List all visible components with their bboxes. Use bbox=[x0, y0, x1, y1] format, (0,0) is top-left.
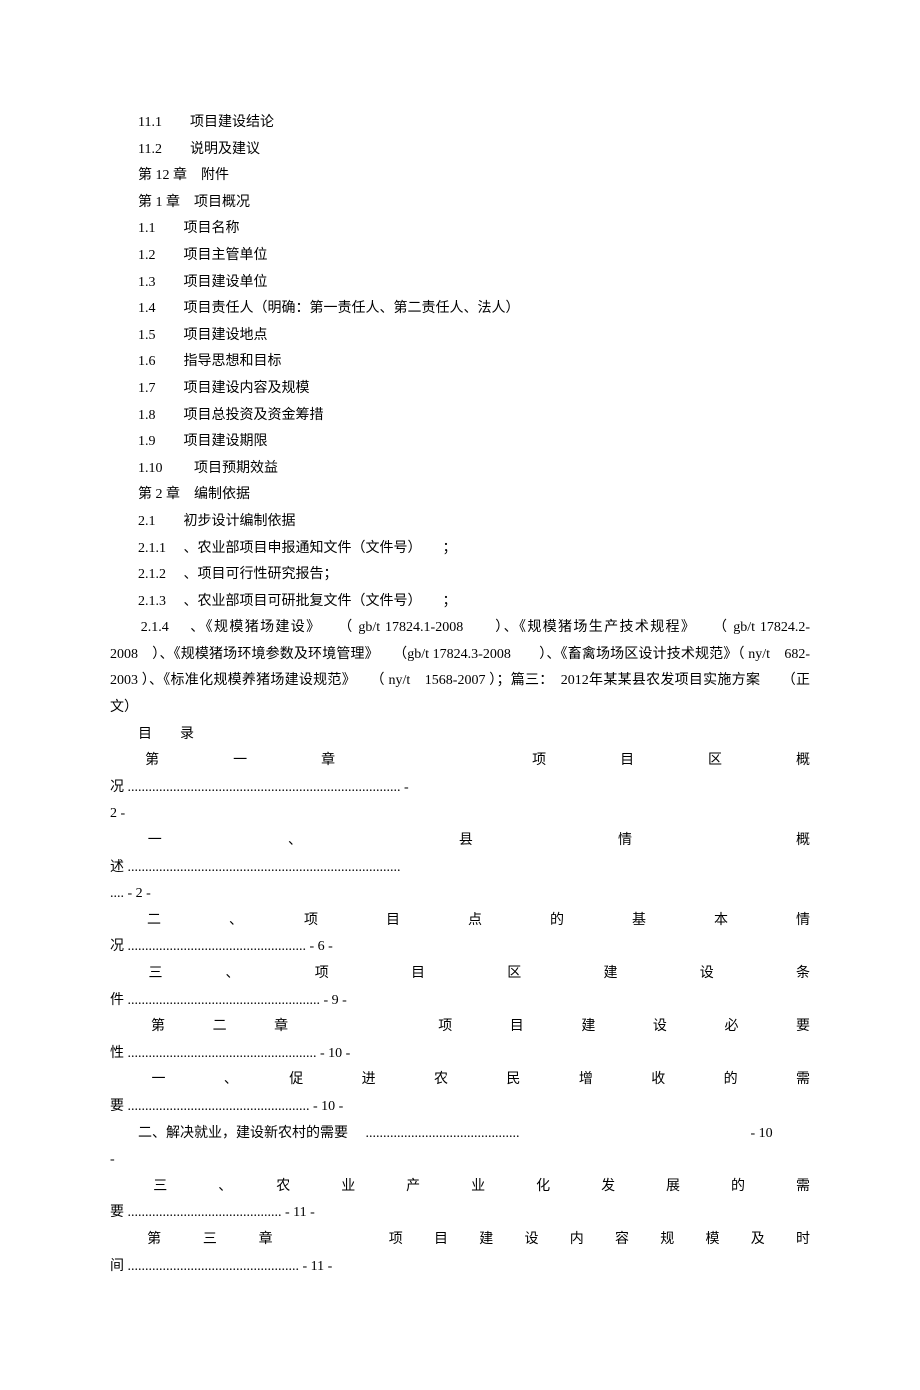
toc-line: 2.1.3 、农业部项目可研批复文件（文件号） ； bbox=[110, 589, 810, 616]
toc-entry-cont: 要 ......................................… bbox=[110, 1200, 810, 1227]
toc-entry: 第 一 章 项 目 区 概 bbox=[110, 748, 810, 775]
toc-entry-cont: 2 - bbox=[110, 801, 810, 828]
toc-entry-cont: - bbox=[110, 1147, 810, 1174]
toc-line: 1.3 项目建设单位 bbox=[110, 270, 810, 297]
toc-line: 2.1.1 、农业部项目申报通知文件（文件号） ； bbox=[110, 536, 810, 563]
toc-line: 1.9 项目建设期限 bbox=[110, 429, 810, 456]
toc-line: 1.8 项目总投资及资金筹措 bbox=[110, 403, 810, 430]
document-page: 11.1 项目建设结论 11.2 说明及建议 第 12 章 附件 第 1 章 项… bbox=[0, 0, 920, 1390]
toc-entry: 一 、 促 进 农 民 增 收 的 需 bbox=[110, 1067, 810, 1094]
chapter-line: 第 2 章 编制依据 bbox=[110, 482, 810, 509]
toc-line: 1.10 项目预期效益 bbox=[110, 456, 810, 483]
toc-entry: 第 二 章 项 目 建 设 必 要 bbox=[110, 1014, 810, 1041]
toc-line: 1.6 指导思想和目标 bbox=[110, 349, 810, 376]
toc-entry: 三 、 项 目 区 建 设 条 bbox=[110, 961, 810, 988]
toc-entry-right: - 10 bbox=[523, 1126, 773, 1141]
toc-entry-cont: 间 ......................................… bbox=[110, 1254, 810, 1281]
toc-entry: 三 、 农 业 产 业 化 发 展 的 需 bbox=[110, 1174, 810, 1201]
toc-entry: 一 、 县 情 概 bbox=[110, 828, 810, 855]
toc-entry-cont: 性 ......................................… bbox=[110, 1041, 810, 1068]
chapter-line: 第 12 章 附件 bbox=[110, 163, 810, 190]
toc-line: 1.4 项目责任人（明确：第一责任人、第二责任人、法人） bbox=[110, 296, 810, 323]
toc-line: 1.1 项目名称 bbox=[110, 216, 810, 243]
toc-entry-cont: 况 ......................................… bbox=[110, 934, 810, 961]
toc-entry-cont: 件 ......................................… bbox=[110, 988, 810, 1015]
toc-line: 11.2 说明及建议 bbox=[110, 137, 810, 164]
toc-line: 2.1 初步设计编制依据 bbox=[110, 509, 810, 536]
toc-line: 1.7 项目建设内容及规模 bbox=[110, 376, 810, 403]
toc-line: 11.1 项目建设结论 bbox=[110, 110, 810, 137]
toc-entry-cont: .... - 2 - bbox=[110, 881, 810, 908]
toc-line: 2.1.2 、项目可行性研究报告； bbox=[110, 562, 810, 589]
chapter-line: 第 1 章 项目概况 bbox=[110, 190, 810, 217]
toc-entry-cont: 况 ......................................… bbox=[110, 775, 810, 802]
toc-entry-cont: 述 ......................................… bbox=[110, 855, 810, 882]
toc-entry-left: 二、解决就业，建设新农村的需要 ........................… bbox=[110, 1126, 520, 1141]
toc-entry: 二 、 项 目 点 的 基 本 情 bbox=[110, 908, 810, 935]
toc-entry: 第 三 章 项 目 建 设 内 容 规 模 及 时 bbox=[110, 1227, 810, 1254]
toc-line: 1.2 项目主管单位 bbox=[110, 243, 810, 270]
toc-entry-cont: 要 ......................................… bbox=[110, 1094, 810, 1121]
toc-line: 1.5 项目建设地点 bbox=[110, 323, 810, 350]
paragraph-standards: 2.1.4 、《规模猪场建设》 （ gb/t 17824.1-2008 ）、《规… bbox=[110, 615, 810, 721]
toc-entry: 二、解决就业，建设新农村的需要 ........................… bbox=[110, 1121, 810, 1148]
toc-heading: 目 录 bbox=[110, 722, 810, 749]
